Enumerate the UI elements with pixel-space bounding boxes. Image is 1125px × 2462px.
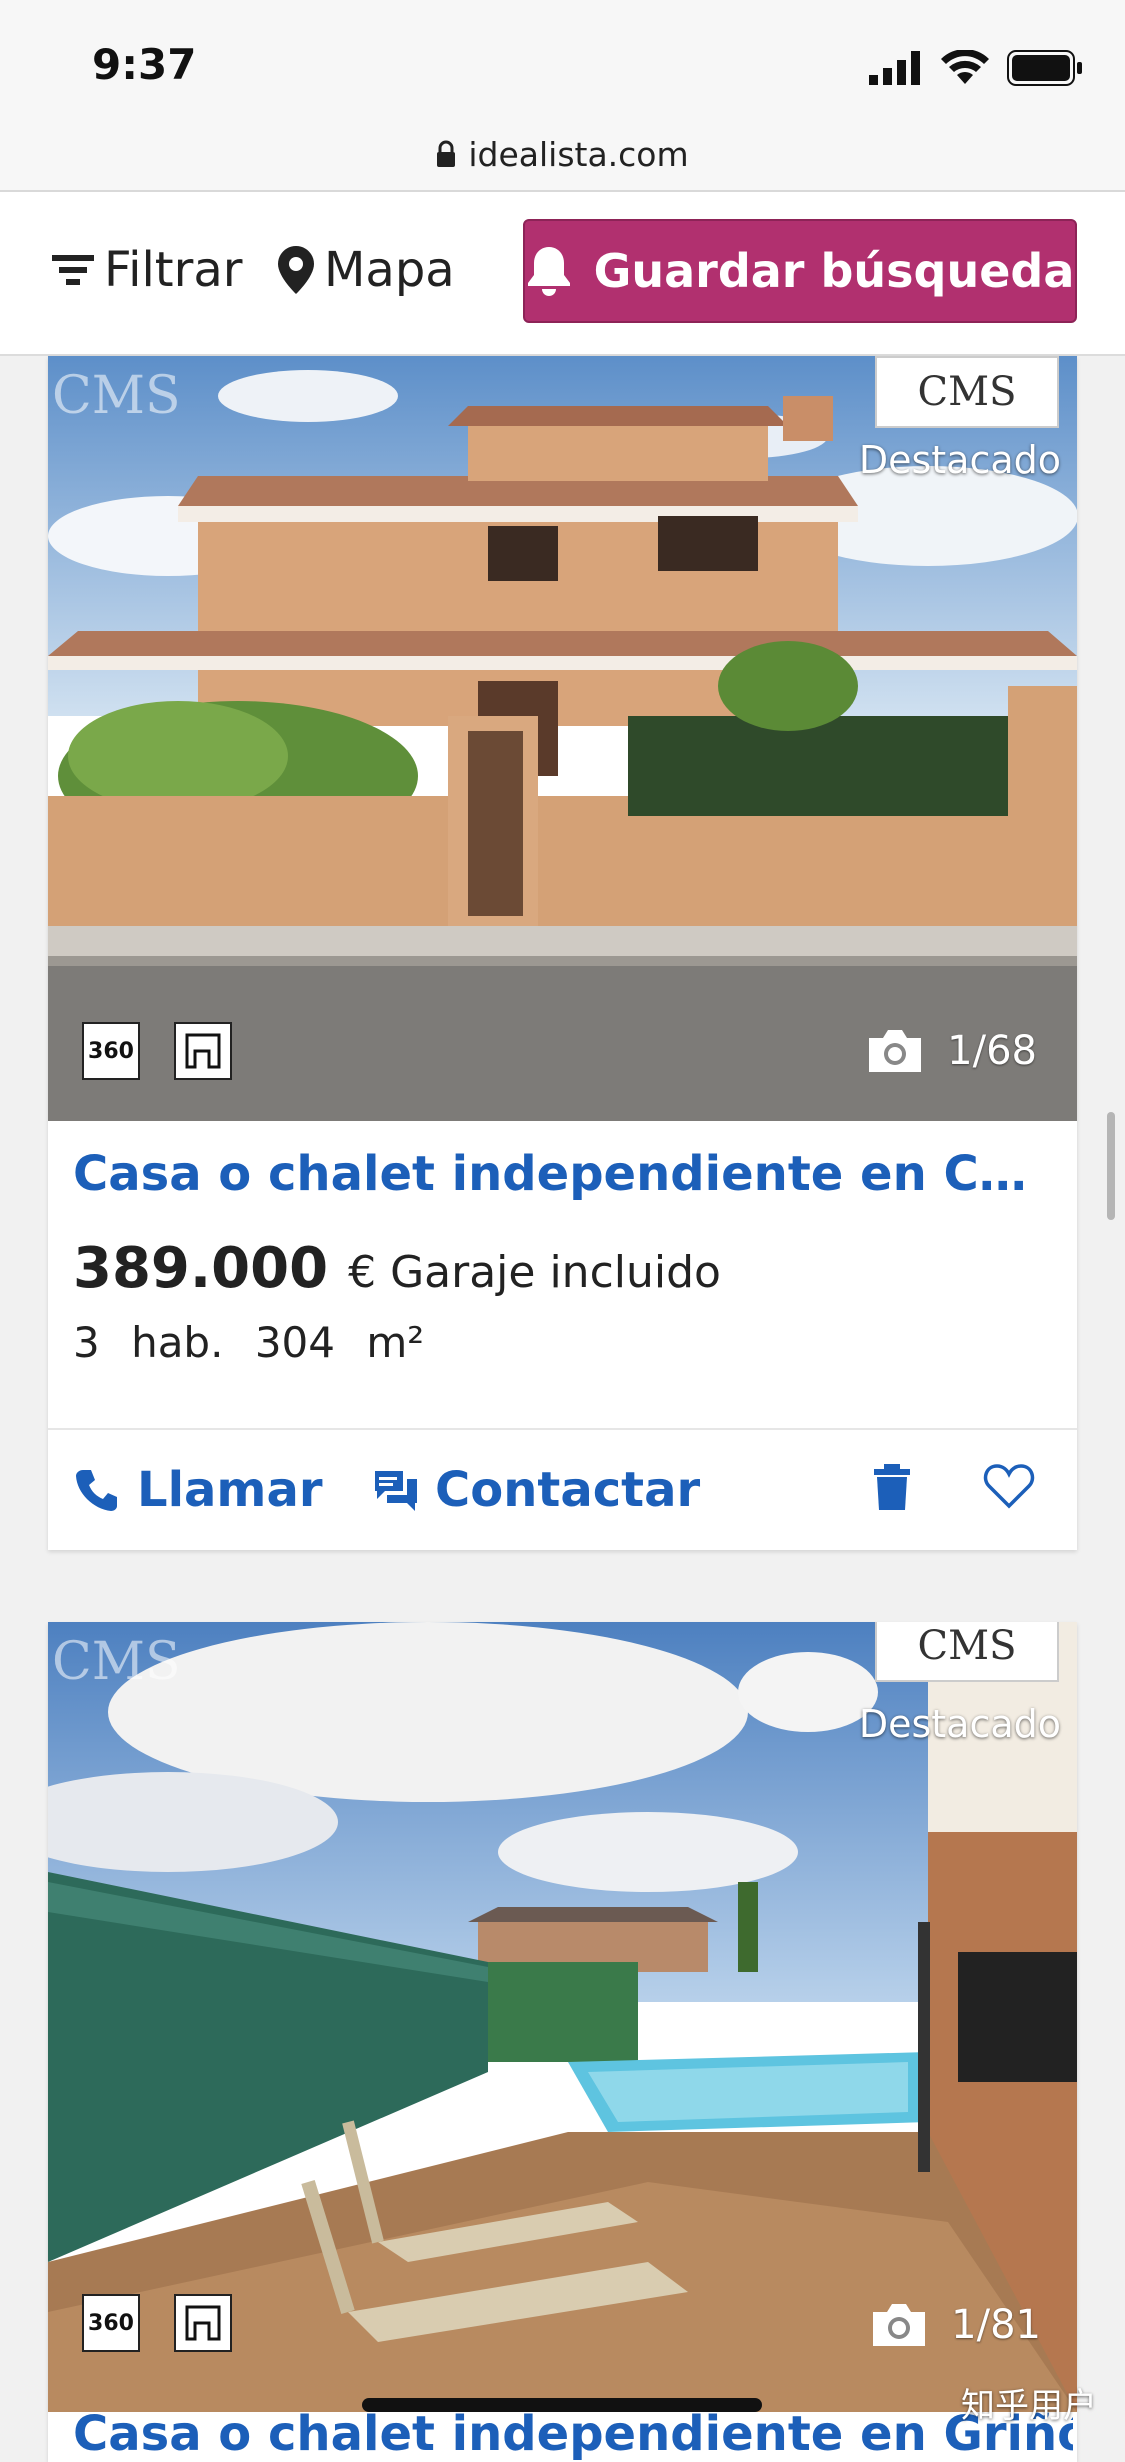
status-icons: [869, 50, 1083, 86]
chat-icon: [375, 1471, 417, 1511]
bell-icon: [527, 247, 570, 296]
watermark-logo: CMS: [52, 366, 181, 426]
agency-logo: CMS: [875, 356, 1059, 428]
featured-label: Destacado: [858, 1702, 1061, 1746]
listing-photo[interactable]: CMS CMS Destacado 360 1/68: [48, 356, 1077, 1121]
call-label: Llamar: [137, 1462, 323, 1518]
listing-title[interactable]: Casa o chalet independiente en Griñón: [73, 2406, 1073, 2462]
photo-counter: 1/68: [865, 1028, 1037, 1074]
home-indicator[interactable]: [362, 2398, 762, 2412]
lock-icon: [437, 140, 456, 167]
wifi-icon: [941, 50, 989, 84]
heart-icon: [983, 1464, 1035, 1509]
price-row: 389.000 € Garaje incluido: [73, 1236, 721, 1301]
save-search-label: Guardar búsqueda: [593, 244, 1075, 298]
status-bar: 9:37: [0, 0, 1125, 120]
listing-title[interactable]: Casa o chalet independiente en Cubas ...: [73, 1146, 1053, 1202]
scrollbar-thumb[interactable]: [1107, 1112, 1115, 1220]
contact-button[interactable]: Contactar: [373, 1462, 700, 1518]
save-search-button[interactable]: Guardar búsqueda: [523, 219, 1077, 323]
favorite-button[interactable]: [983, 1462, 1035, 1514]
watermark-logo: CMS: [52, 1632, 181, 1692]
map-label: Mapa: [324, 242, 455, 298]
address-bar[interactable]: idealista.com: [0, 118, 1125, 190]
status-time: 9:37: [92, 40, 197, 89]
garage-info: Garaje incluido: [390, 1247, 721, 1298]
currency: €: [348, 1247, 377, 1298]
discard-button[interactable]: [872, 1462, 912, 1516]
filter-label: Filtrar: [104, 242, 243, 298]
camera-icon: [873, 2304, 926, 2346]
camera-icon: [869, 1030, 922, 1072]
photo-counter-text: 1/81: [951, 2302, 1041, 2348]
tour-360-icon[interactable]: 360: [82, 1022, 140, 1080]
featured-label: Destacado: [858, 438, 1061, 482]
photo-counter: 1/81: [869, 2302, 1041, 2348]
watermark-text: 知乎用户: [961, 2386, 1097, 2426]
price: 389.000: [73, 1236, 329, 1301]
url-text: idealista.com: [468, 134, 689, 174]
trash-icon: [874, 1464, 910, 1510]
call-button[interactable]: Llamar: [73, 1462, 323, 1518]
rooms: 3 hab.: [73, 1318, 224, 1367]
floor-plan-icon[interactable]: [174, 1022, 232, 1080]
listing-card[interactable]: CMS CMS Destacado 360 1/68 Casa o chalet…: [48, 356, 1077, 1550]
phone-icon: [76, 1470, 117, 1511]
floor-plan-icon[interactable]: [174, 2294, 232, 2352]
filter-icon: [52, 255, 94, 285]
agency-logo: CMS: [875, 1622, 1059, 1682]
photo-counter-text: 1/68: [947, 1028, 1037, 1074]
tour-360-icon[interactable]: 360: [82, 2294, 140, 2352]
contact-label: Contactar: [435, 1462, 701, 1518]
divider: [48, 1428, 1077, 1430]
listing-details: 3 hab. 304 m²: [73, 1318, 424, 1367]
area: 304 m²: [254, 1318, 425, 1367]
listing-photo[interactable]: CMS CMS Destacado 360 1/81: [48, 1622, 1077, 2412]
map-pin-icon: [278, 246, 314, 294]
map-button[interactable]: Mapa: [278, 242, 455, 298]
battery-icon: [1007, 50, 1082, 86]
filter-button[interactable]: Filtrar: [52, 242, 243, 298]
signal-icon: [869, 51, 920, 85]
listing-card[interactable]: CMS CMS Destacado 360 1/81: [48, 1622, 1077, 2462]
